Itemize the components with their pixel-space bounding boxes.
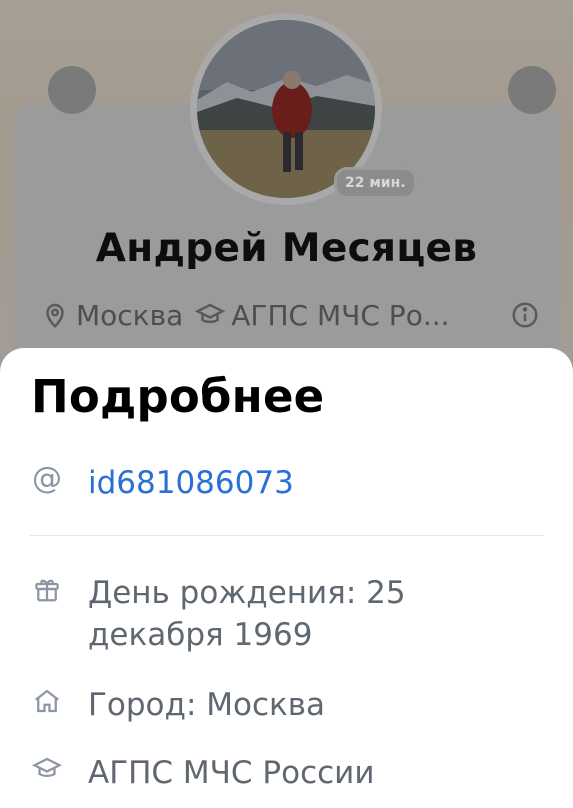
profile-meta[interactable]: Москва АГПС МЧС Ро... [40,296,540,334]
education-row[interactable]: АГПС МЧС России [30,752,374,794]
back-button[interactable] [48,66,96,114]
location-pin-icon [40,300,70,330]
profile-city: Москва [76,298,184,332]
profile-id-row[interactable]: @ id681086073 [30,462,294,504]
gift-icon [30,572,64,606]
profile-id-link[interactable]: id681086073 [88,462,294,504]
sheet-title: Подробнее [31,370,325,423]
online-status-badge: 22 мин. [334,167,417,199]
profile-education: АГПС МЧС Ро... [231,298,450,332]
graduation-cap-icon [30,752,64,786]
home-icon [30,684,64,718]
info-icon[interactable] [510,300,540,330]
birthday-row: День рождения: 25 декабря 1969 [30,572,418,656]
menu-button[interactable] [508,66,556,114]
birthday-text: День рождения: 25 декабря 1969 [88,575,406,653]
profile-name: Андрей Месяцев [95,226,478,271]
education-text: АГПС МЧС России [88,755,375,791]
at-sign-icon: @ [32,461,62,496]
divider [30,535,544,536]
graduation-cap-icon [195,300,226,330]
city-row: Город: Москва [30,684,325,726]
city-text: Город: Москва [88,687,325,723]
